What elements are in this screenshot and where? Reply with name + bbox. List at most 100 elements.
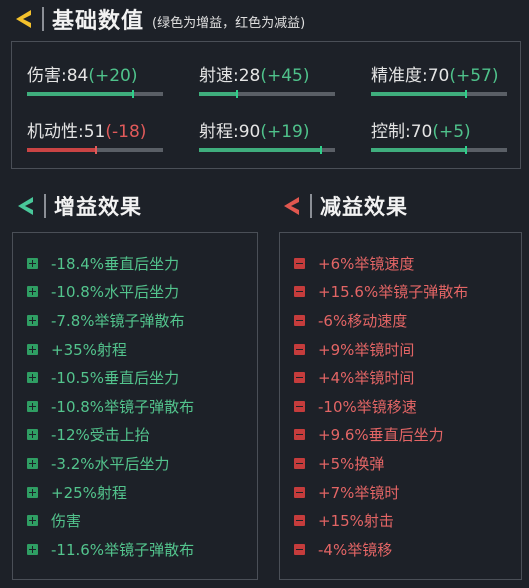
stat-mobility: 机动性:51(-18) (27, 117, 167, 154)
stat-bar-marker (465, 146, 468, 154)
chevron-left-icon (12, 193, 38, 219)
debuff-item: +5%换弹 (294, 449, 521, 478)
debuff-item: +9%举镜时间 (294, 335, 521, 364)
page-title: 基础数值 (52, 9, 145, 34)
chevron-left-icon (10, 6, 36, 32)
stat-label: 射程:90 (199, 122, 261, 142)
plus-icon (27, 400, 38, 412)
buff-item: -7.8%举镜子弹散布 (27, 306, 257, 335)
minus-icon (294, 286, 305, 298)
buff-item-text: -10.5%垂直后坐力 (51, 369, 180, 388)
stat-bar-marker (95, 146, 98, 154)
debuff-item: +7%举镜时 (294, 478, 521, 507)
stat-label: 精准度:70 (371, 66, 450, 86)
stat-delta: (+5) (432, 122, 471, 142)
debuff-item-text: +6%举镜速度 (318, 254, 415, 273)
debuff-item: +9.6%垂直后坐力 (294, 421, 521, 450)
color-legend-note: (绿色为增益，红色为减益) (152, 15, 306, 31)
chevron-left-icon (278, 193, 304, 219)
stat-damage: 伤害:84(+20) (27, 61, 167, 98)
minus-icon (294, 486, 305, 498)
stat-bar-marker (132, 90, 135, 98)
stat-delta: (+19) (260, 122, 310, 142)
stat-delta: (+20) (88, 66, 138, 86)
buff-item: -10.5%垂直后坐力 (27, 363, 257, 392)
buff-item: -10.8%水平后坐力 (27, 278, 257, 307)
debuff-section-title: 减益效果 (320, 195, 408, 219)
debuff-list-panel: +6%举镜速度 +15.6%举镜子弹散布 -6%移动速度 +9%举镜时间 +4%举镜时间… (279, 232, 522, 580)
buff-item: -12%受击上抬 (27, 421, 257, 450)
basic-stats-header: 基础数值 (绿色为增益，红色为减益) (10, 4, 305, 34)
buff-item: +25%射程 (27, 478, 257, 507)
debuff-item: +6%举镜速度 (294, 249, 521, 278)
header-divider (44, 194, 46, 218)
debuff-item-text: +4%举镜时间 (318, 369, 415, 388)
debuff-item-text: +9.6%垂直后坐力 (318, 426, 444, 445)
stat-label: 控制:70 (371, 122, 433, 142)
stat-bar-fill (199, 148, 322, 152)
debuff-item: -4%举镜移 (294, 535, 521, 564)
header-divider (42, 7, 44, 31)
buff-item-text: -12%受击上抬 (51, 426, 150, 445)
debuff-item: +15%射击 (294, 506, 521, 535)
plus-icon (27, 257, 38, 269)
stat-label: 伤害:84 (27, 66, 89, 86)
stat-delta: (+57) (449, 66, 499, 86)
stat-control: 控制:70(+5) (371, 117, 511, 154)
stat-range: 射程:90(+19) (199, 117, 339, 154)
plus-icon (27, 486, 38, 498)
buff-item-text: -3.2%水平后坐力 (51, 454, 170, 473)
debuff-item-text: -10%举镜移速 (318, 397, 417, 416)
plus-icon (27, 457, 38, 469)
stat-label: 机动性:51 (27, 122, 106, 142)
stat-bar-fill (371, 92, 467, 96)
minus-icon (294, 429, 305, 441)
plus-icon (27, 286, 38, 298)
debuff-item-text: +9%举镜时间 (318, 340, 415, 359)
stat-fire-rate: 射速:28(+45) (199, 61, 339, 98)
debuff-item-text: -6%移动速度 (318, 311, 408, 330)
buff-section-header: 增益效果 (12, 190, 142, 222)
buff-item: -11.6%举镜子弹散布 (27, 535, 257, 564)
debuff-item-text: +5%换弹 (318, 454, 385, 473)
buff-list: -18.4%垂直后坐力 -10.8%水平后坐力 -7.8%举镜子弹散布 +35%射程 -… (13, 233, 257, 564)
debuff-item: +4%举镜时间 (294, 363, 521, 392)
buff-item-text: -10.8%举镜子弹散布 (51, 397, 195, 416)
stat-bar (199, 90, 335, 98)
plus-icon (27, 515, 38, 527)
stat-bar (27, 90, 163, 98)
debuff-item: -6%移动速度 (294, 306, 521, 335)
stat-bar-fill (199, 92, 238, 96)
plus-icon (27, 314, 38, 326)
stat-bar (27, 146, 163, 154)
buff-item: +35%射程 (27, 335, 257, 364)
plus-icon (27, 543, 38, 555)
debuff-item-text: +7%举镜时 (318, 483, 400, 502)
stat-bar (371, 146, 507, 154)
buff-item-text: -7.8%举镜子弹散布 (51, 311, 185, 330)
minus-icon (294, 515, 305, 527)
stat-bar-fill (27, 148, 97, 152)
buff-item-text: +35%射程 (51, 340, 127, 359)
debuff-item: +15.6%举镜子弹散布 (294, 278, 521, 307)
buff-item: -10.8%举镜子弹散布 (27, 392, 257, 421)
minus-icon (294, 372, 305, 384)
header-divider (310, 194, 312, 218)
minus-icon (294, 400, 305, 412)
buff-section-title: 增益效果 (54, 195, 142, 219)
buff-item-text: -18.4%垂直后坐力 (51, 254, 180, 273)
minus-icon (294, 457, 305, 469)
buff-item: -3.2%水平后坐力 (27, 449, 257, 478)
minus-icon (294, 257, 305, 269)
debuff-item-text: +15%射击 (318, 512, 394, 531)
debuff-item-text: -4%举镜移 (318, 540, 393, 559)
stat-bar-fill (27, 92, 134, 96)
buff-item-text: -11.6%举镜子弹散布 (51, 540, 195, 559)
debuff-item-text: +15.6%举镜子弹散布 (318, 283, 469, 302)
buff-item-text: +25%射程 (51, 483, 127, 502)
stat-delta: (+45) (260, 66, 310, 86)
minus-icon (294, 343, 305, 355)
plus-icon (27, 343, 38, 355)
stat-label: 射速:28 (199, 66, 261, 86)
debuff-item: -10%举镜移速 (294, 392, 521, 421)
